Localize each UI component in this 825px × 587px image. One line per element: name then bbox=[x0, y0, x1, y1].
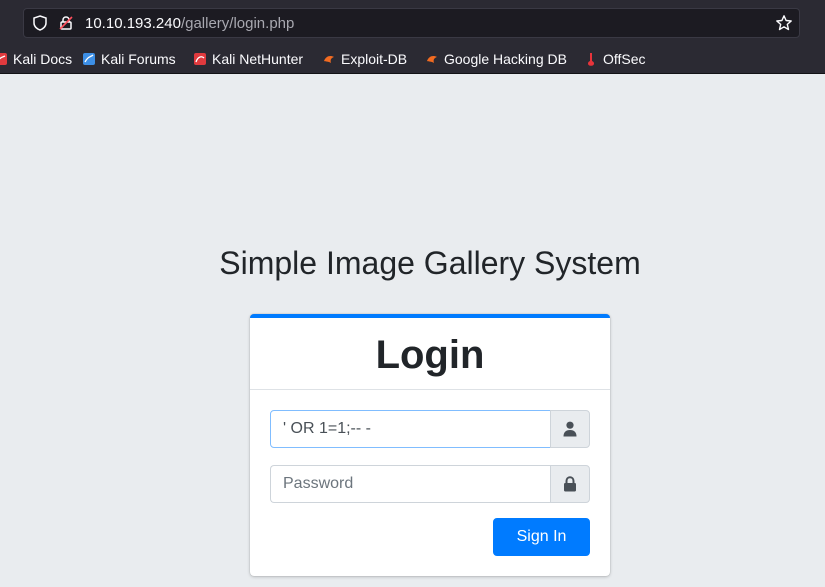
bookmark-star-icon[interactable] bbox=[775, 14, 793, 32]
username-addon bbox=[550, 410, 590, 448]
kali-docs-icon bbox=[0, 52, 8, 66]
bookmark-kali-docs[interactable]: Kali Docs bbox=[0, 44, 72, 74]
bookmark-offsec[interactable]: OffSec bbox=[584, 44, 646, 74]
password-addon bbox=[550, 465, 590, 503]
shield-icon[interactable] bbox=[32, 15, 48, 31]
app-title: Simple Image Gallery System bbox=[219, 245, 641, 281]
bookmark-label: Exploit-DB bbox=[341, 51, 408, 67]
url-path: /gallery/login.php bbox=[180, 15, 295, 32]
lock-icon bbox=[564, 476, 576, 492]
login-heading: Login bbox=[375, 333, 485, 377]
bookmarks-toolbar: Kali Docs Kali Forums Kali NetHunter Exp… bbox=[0, 44, 825, 74]
password-input[interactable] bbox=[270, 465, 551, 503]
ghdb-icon bbox=[425, 52, 439, 66]
bookmark-google-hacking-db[interactable]: Google Hacking DB bbox=[425, 44, 567, 74]
bookmark-kali-nethunter[interactable]: Kali NetHunter bbox=[193, 44, 303, 74]
bookmark-label: Kali Docs bbox=[13, 51, 73, 67]
kali-nethunter-icon bbox=[193, 52, 207, 66]
bookmark-label: OffSec bbox=[603, 51, 646, 67]
browser-toolbar: 10.10.193.240/gallery/login.php bbox=[0, 0, 825, 44]
bookmark-label: Google Hacking DB bbox=[444, 51, 567, 67]
bookmark-label: Kali Forums bbox=[101, 51, 176, 67]
offsec-icon bbox=[584, 52, 598, 66]
bookmark-kali-forums[interactable]: Kali Forums bbox=[82, 44, 176, 74]
bookmark-exploit-db[interactable]: Exploit-DB bbox=[322, 44, 407, 74]
kali-forums-icon bbox=[82, 52, 96, 66]
user-icon bbox=[563, 421, 577, 437]
login-card: Login Sign In bbox=[250, 314, 610, 576]
sign-in-button[interactable]: Sign In bbox=[493, 518, 590, 556]
login-card-header: Login bbox=[250, 318, 610, 390]
bookmark-label: Kali NetHunter bbox=[212, 51, 304, 67]
password-group bbox=[270, 465, 590, 503]
url-text[interactable]: 10.10.193.240/gallery/login.php bbox=[85, 15, 294, 32]
username-group bbox=[270, 410, 590, 448]
address-bar[interactable]: 10.10.193.240/gallery/login.php bbox=[23, 8, 800, 38]
username-input[interactable] bbox=[270, 410, 551, 448]
url-host: 10.10.193.240 bbox=[85, 15, 181, 32]
exploit-db-icon bbox=[322, 52, 336, 66]
insecure-lock-icon[interactable] bbox=[58, 15, 74, 31]
